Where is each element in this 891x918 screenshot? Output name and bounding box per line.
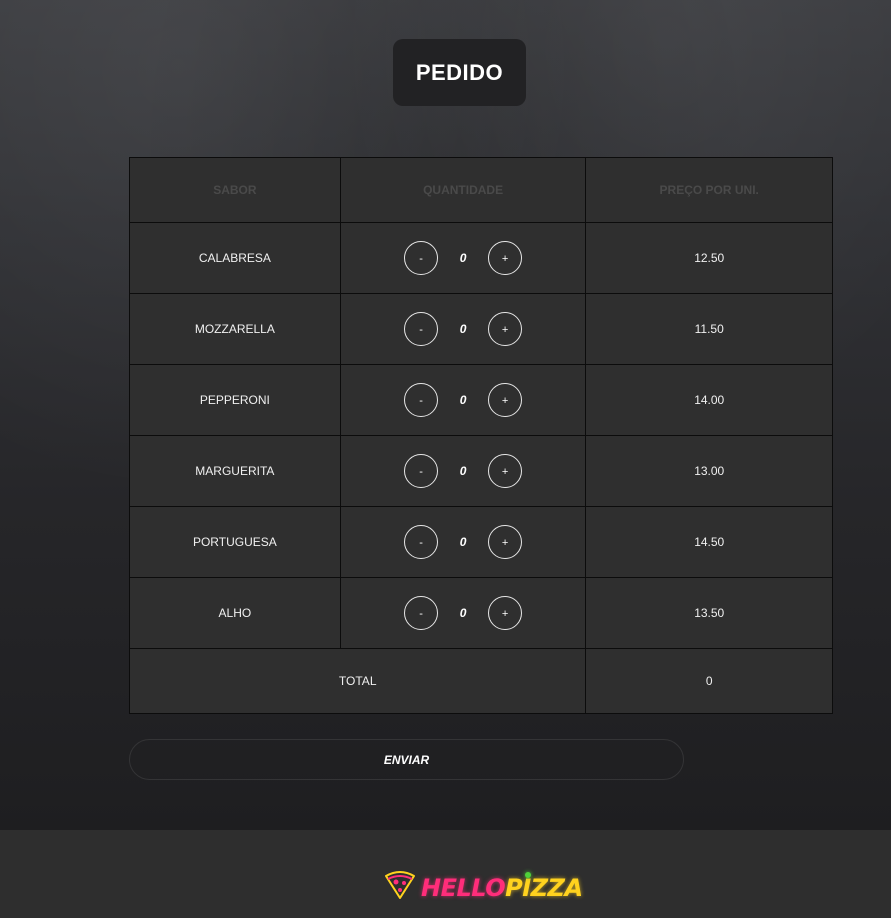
flavor-cell: MOZZARELLA xyxy=(129,293,341,365)
decrement-button[interactable]: - xyxy=(404,454,439,488)
price-cell: 13.50 xyxy=(585,577,833,649)
decrement-button[interactable]: - xyxy=(404,525,439,559)
price-cell: 11.50 xyxy=(585,293,833,365)
quantity-stepper: - 0 + xyxy=(341,596,586,630)
quantity-value: 0 xyxy=(459,535,467,549)
increment-button[interactable]: + xyxy=(488,596,523,630)
footer: HELLOPIZZA xyxy=(0,830,891,918)
hellopizza-logo[interactable]: HELLOPIZZA xyxy=(383,870,583,905)
send-button[interactable]: ENVIAR xyxy=(129,739,684,780)
quantity-stepper: - 0 + xyxy=(341,454,586,488)
quantity-stepper: - 0 + xyxy=(341,241,586,275)
increment-button[interactable]: + xyxy=(488,454,523,488)
logo-hello-text: HELLO xyxy=(421,873,506,902)
table-header-row: SABOR QUANTIDADE PREÇO POR UNI. xyxy=(129,157,833,223)
price-cell: 14.50 xyxy=(585,506,833,578)
quantity-cell: - 0 + xyxy=(339,364,587,436)
quantity-cell: - 0 + xyxy=(339,293,587,365)
quantity-stepper: - 0 + xyxy=(341,525,586,559)
header-flavor: SABOR xyxy=(129,157,341,223)
flavor-cell: CALABRESA xyxy=(129,222,341,294)
logo-dot-icon xyxy=(525,871,532,878)
header-quantity: QUANTIDADE xyxy=(339,157,587,223)
price-cell: 12.50 xyxy=(585,222,833,294)
decrement-button[interactable]: - xyxy=(404,312,439,346)
total-label: TOTAL xyxy=(128,648,587,714)
increment-button[interactable]: + xyxy=(488,525,523,559)
logo-pizza-text: PIZZA xyxy=(505,871,583,902)
quantity-value: 0 xyxy=(459,464,467,478)
logo-text: HELLOPIZZA xyxy=(421,871,583,902)
table-row: CALABRESA - 0 + 12.50 xyxy=(129,222,833,294)
quantity-value: 0 xyxy=(459,322,467,336)
decrement-button[interactable]: - xyxy=(404,596,439,630)
page-title: PEDIDO xyxy=(393,39,526,106)
flavor-cell: PEPPERONI xyxy=(129,364,341,436)
table-row: ALHO - 0 + 13.50 xyxy=(129,577,833,649)
increment-button[interactable]: + xyxy=(488,383,523,417)
table-row: PORTUGUESA - 0 + 14.50 xyxy=(129,506,833,578)
total-row: TOTAL 0 xyxy=(128,648,833,714)
logo-pizza-label: PIZZA xyxy=(505,873,583,902)
quantity-cell: - 0 + xyxy=(339,506,587,578)
decrement-button[interactable]: - xyxy=(404,241,439,275)
quantity-stepper: - 0 + xyxy=(341,383,586,417)
flavor-cell: MARGUERITA xyxy=(129,435,341,507)
header-price: PREÇO POR UNI. xyxy=(585,157,833,223)
quantity-cell: - 0 + xyxy=(339,577,587,649)
pizza-slice-icon xyxy=(383,870,417,905)
table-row: MOZZARELLA - 0 + 11.50 xyxy=(129,293,833,365)
table-row: MARGUERITA - 0 + 13.00 xyxy=(129,435,833,507)
quantity-stepper: - 0 + xyxy=(341,312,586,346)
increment-button[interactable]: + xyxy=(488,312,523,346)
page-title-text: PEDIDO xyxy=(415,59,504,85)
increment-button[interactable]: + xyxy=(488,241,523,275)
table-row: PEPPERONI - 0 + 14.00 xyxy=(129,364,833,436)
price-cell: 14.00 xyxy=(585,364,833,436)
total-value: 0 xyxy=(585,648,833,714)
flavor-cell: PORTUGUESA xyxy=(129,506,341,578)
quantity-cell: - 0 + xyxy=(339,435,587,507)
quantity-value: 0 xyxy=(459,251,467,265)
decrement-button[interactable]: - xyxy=(404,383,439,417)
order-table: SABOR QUANTIDADE PREÇO POR UNI. CALABRES… xyxy=(128,157,833,714)
quantity-value: 0 xyxy=(459,393,467,407)
quantity-cell: - 0 + xyxy=(339,222,587,294)
flavor-cell: ALHO xyxy=(129,577,341,649)
quantity-value: 0 xyxy=(459,606,467,620)
price-cell: 13.00 xyxy=(585,435,833,507)
